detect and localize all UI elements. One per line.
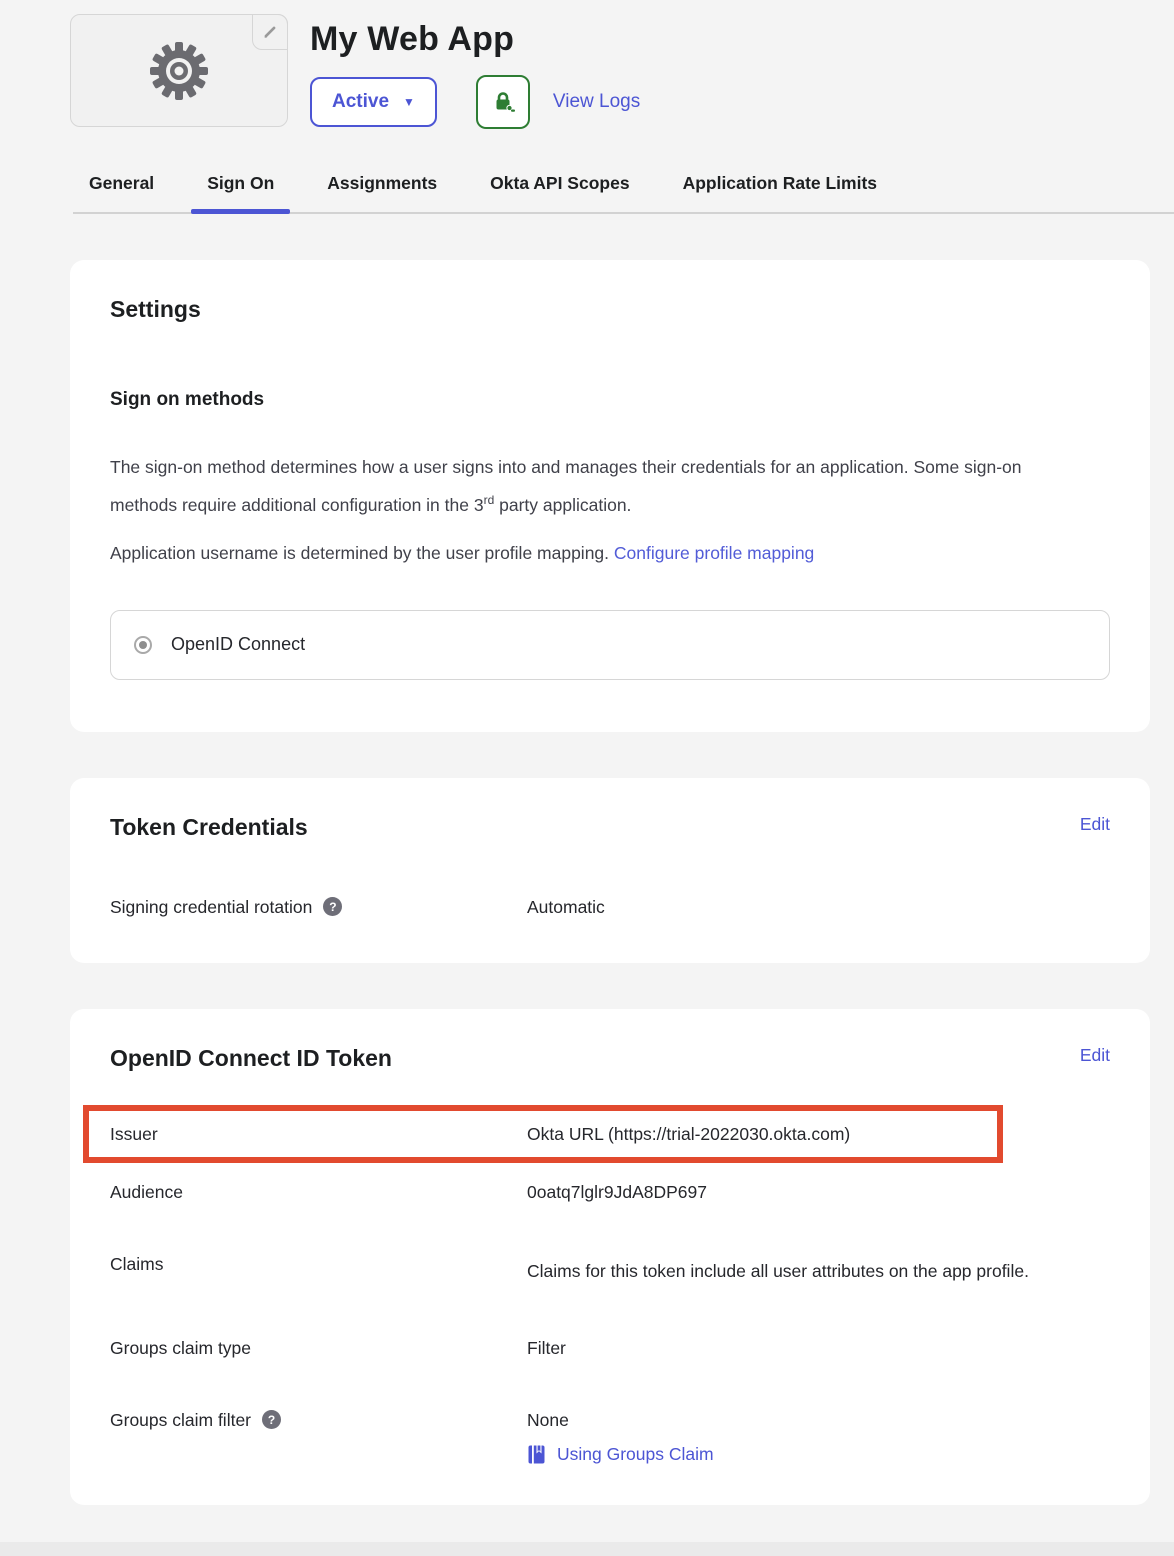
settings-card: Settings Sign on methods The sign-on met…	[70, 260, 1150, 732]
groups-claim-filter-value: None	[527, 1408, 1110, 1432]
row-label: Groups claim filter ?	[110, 1408, 527, 1432]
tab-bar: General Sign On Assignments Okta API Sco…	[73, 173, 1174, 214]
gear-icon	[147, 39, 211, 103]
help-icon[interactable]: ?	[323, 897, 342, 916]
edit-logo-button[interactable]	[252, 14, 288, 50]
app-header: My Web App Active ▼ View Logs	[70, 14, 1174, 129]
sign-on-method-option: OpenID Connect	[110, 610, 1110, 680]
sign-on-methods-title: Sign on methods	[110, 389, 1110, 411]
token-credentials-head: Token Credentials Edit	[110, 814, 1110, 841]
audience-value: 0oatq7lglr9JdA8DP697	[527, 1180, 1110, 1204]
status-label: Active	[332, 91, 389, 113]
description-superscript: rd	[484, 493, 495, 507]
key-credentials-button[interactable]	[476, 75, 530, 129]
sign-on-description: The sign-on method determines how a user…	[110, 451, 1070, 522]
tab-assignments[interactable]: Assignments	[311, 173, 453, 212]
header-buttons: Active ▼ View Logs	[310, 75, 640, 129]
configure-profile-mapping-link[interactable]: Configure profile mapping	[614, 543, 814, 563]
issuer-label: Issuer	[110, 1122, 527, 1146]
id-token-card: OpenID Connect ID Token Edit Issuer Okta…	[70, 1009, 1150, 1505]
openid-connect-radio[interactable]	[134, 636, 152, 654]
token-credentials-title: Token Credentials	[110, 814, 308, 841]
issuer-value: Okta URL (https://trial-2022030.okta.com…	[527, 1122, 987, 1146]
book-icon	[527, 1444, 546, 1465]
groups-claim-type-value: Filter	[527, 1336, 1110, 1360]
token-credentials-card: Token Credentials Edit Signing credentia…	[70, 778, 1150, 963]
description-text-tail: party application.	[494, 495, 631, 515]
signing-credential-rotation-label: Signing credential rotation	[110, 895, 312, 919]
groups-claim-link-row: Using Groups Claim	[527, 1444, 1110, 1465]
tab-general[interactable]: General	[73, 173, 170, 212]
page-title: My Web App	[310, 20, 640, 59]
id-token-edit-link[interactable]: Edit	[1080, 1045, 1110, 1066]
groups-claim-filter-label: Groups claim filter	[110, 1408, 251, 1432]
app-logo-box	[70, 14, 288, 127]
help-icon[interactable]: ?	[262, 1410, 281, 1429]
groups-claim-type-row: Groups claim type Filter	[110, 1336, 1110, 1360]
settings-title: Settings	[110, 296, 1110, 323]
openid-connect-label: OpenID Connect	[171, 634, 305, 655]
tab-okta-api-scopes[interactable]: Okta API Scopes	[474, 173, 645, 212]
status-dropdown-button[interactable]: Active ▼	[310, 77, 437, 127]
username-mapping-text: Application username is determined by th…	[110, 537, 1070, 570]
radio-dot	[139, 641, 147, 649]
tab-application-rate-limits[interactable]: Application Rate Limits	[667, 173, 893, 212]
issuer-row: Issuer Okta URL (https://trial-2022030.o…	[110, 1122, 997, 1146]
tab-sign-on[interactable]: Sign On	[191, 173, 290, 212]
username-mapping-sentence: Application username is determined by th…	[110, 543, 614, 563]
lock-key-icon	[490, 89, 516, 115]
signing-credential-rotation-value: Automatic	[527, 895, 1110, 919]
issuer-highlight-box: Issuer Okta URL (https://trial-2022030.o…	[83, 1105, 1003, 1163]
page: My Web App Active ▼ View Logs	[0, 0, 1174, 1505]
claims-value: Claims for this token include all user a…	[527, 1252, 1110, 1290]
claims-row: Claims Claims for this token include all…	[110, 1252, 1110, 1290]
id-token-head: OpenID Connect ID Token Edit	[110, 1045, 1110, 1072]
using-groups-claim-link[interactable]: Using Groups Claim	[557, 1444, 714, 1465]
claims-label: Claims	[110, 1252, 527, 1276]
groups-claim-filter-row: Groups claim filter ? None	[110, 1408, 1110, 1432]
id-token-title: OpenID Connect ID Token	[110, 1045, 392, 1072]
audience-label: Audience	[110, 1180, 527, 1204]
chevron-down-icon: ▼	[403, 95, 415, 109]
pencil-icon	[261, 23, 279, 41]
header-info: My Web App Active ▼ View Logs	[310, 14, 640, 129]
groups-claim-type-label: Groups claim type	[110, 1336, 527, 1360]
signing-credential-rotation-row: Signing credential rotation ? Automatic	[110, 895, 1110, 919]
audience-row: Audience 0oatq7lglr9JdA8DP697	[110, 1180, 1110, 1204]
token-credentials-edit-link[interactable]: Edit	[1080, 814, 1110, 835]
view-logs-link[interactable]: View Logs	[553, 91, 640, 113]
bottom-cutoff-band	[0, 1542, 1174, 1556]
row-label: Signing credential rotation ?	[110, 895, 527, 919]
